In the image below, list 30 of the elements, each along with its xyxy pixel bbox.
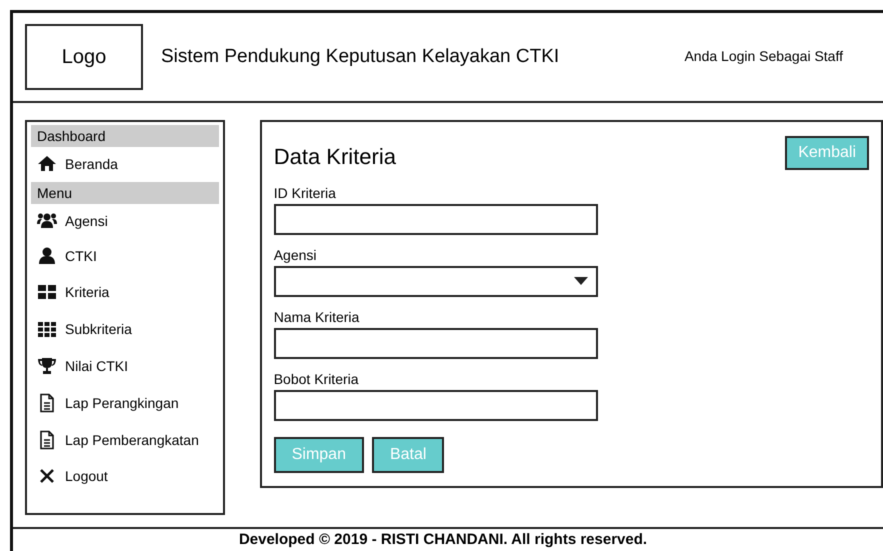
sidebar-item[interactable]: Lap Perangkingan: [31, 384, 219, 422]
app-title: Sistem Pendukung Keputusan Kelayakan CTKI: [161, 44, 560, 69]
input-field[interactable]: [274, 328, 598, 359]
sidebar-item[interactable]: Agensi: [31, 204, 219, 239]
sidebar-item[interactable]: Kriteria: [31, 274, 219, 311]
document-icon: [37, 393, 57, 414]
sidebar-item[interactable]: Beranda: [31, 146, 219, 182]
sidebar-item[interactable]: Lap Pemberangkatan: [31, 422, 219, 459]
sidebar-item[interactable]: CTKI: [31, 238, 219, 274]
caret-icon: [574, 277, 588, 286]
input-field[interactable]: [274, 390, 598, 421]
field-label: Nama Kriteria: [274, 308, 360, 327]
field-label: Bobot Kriteria: [274, 370, 360, 389]
input-field[interactable]: [274, 204, 598, 235]
sidebar-section-header: Dashboard: [31, 124, 219, 147]
sidebar-section-header: Menu: [31, 182, 219, 204]
field-label: ID Kriteria: [274, 184, 337, 203]
dropdown-field[interactable]: [274, 266, 598, 297]
login-status-text: Anda Login Sebagai Staff: [684, 47, 843, 66]
sidebar-item[interactable]: Nilai CTKI: [31, 348, 219, 385]
form-title: Data Kriteria: [274, 142, 396, 171]
sidebar-item[interactable]: Subkriteria: [31, 310, 219, 348]
logo-text: Logo: [62, 44, 106, 70]
user-icon: [37, 246, 57, 266]
sidebar-item[interactable]: Logout: [31, 458, 219, 494]
footer-text: Developed © 2019 - RISTI CHANDANI. All rights reserved.: [238, 530, 648, 548]
grid-icon: [37, 319, 57, 340]
field-label: Agensi: [274, 246, 318, 265]
trophy-icon: [37, 356, 57, 376]
document-icon: [37, 430, 57, 450]
